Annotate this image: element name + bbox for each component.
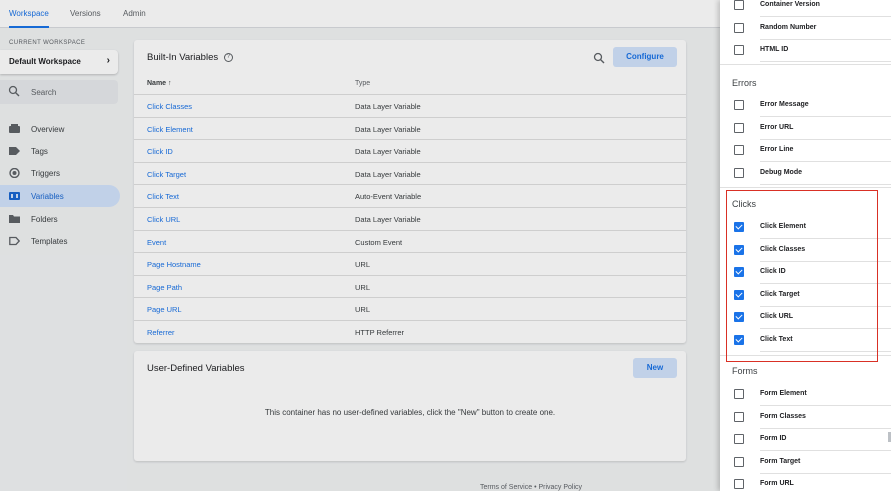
checkbox-unchecked[interactable]	[734, 434, 744, 445]
variable-option-form-target[interactable]: Form Target	[720, 452, 891, 474]
variable-option-form-id[interactable]: Form ID	[720, 429, 891, 452]
checkbox-unchecked[interactable]	[734, 100, 744, 110]
checkbox-unchecked[interactable]	[734, 479, 744, 490]
option-label: Form URL	[760, 480, 794, 488]
variable-option-form-element[interactable]: Form Element	[720, 384, 891, 406]
checkbox-unchecked[interactable]	[734, 22, 744, 33]
checkbox-unchecked[interactable]	[734, 122, 744, 133]
checkbox-unchecked[interactable]	[734, 145, 744, 156]
gtm-app: Workspace Versions Admin CURRENT WORKSPA…	[0, 0, 720, 491]
variable-option-error-message[interactable]: Error Message	[720, 95, 891, 117]
clicks-highlight-box	[726, 190, 878, 362]
option-label: Error URL	[760, 123, 794, 131]
checkbox-unchecked[interactable]	[734, 411, 744, 422]
divider	[760, 61, 891, 63]
option-label: HTML ID	[760, 46, 789, 54]
section-divider	[720, 187, 891, 188]
checkbox-unchecked[interactable]	[734, 167, 744, 178]
variable-option-error-url[interactable]: Error URL	[720, 118, 891, 140]
variable-option-form-url[interactable]: Form URL	[720, 474, 891, 491]
checkbox-unchecked[interactable]	[734, 45, 744, 56]
variable-option-error-line[interactable]: Error Line	[720, 140, 891, 163]
option-label: Debug Mode	[760, 168, 802, 176]
variable-option-debug-mode[interactable]: Debug Mode	[720, 163, 891, 185]
variable-option-form-classes[interactable]: Form Classes	[720, 407, 891, 429]
checkbox-unchecked[interactable]	[734, 389, 744, 399]
option-label: Error Line	[760, 146, 794, 154]
variable-option-html-id[interactable]: HTML ID	[720, 40, 891, 63]
divider	[760, 183, 891, 185]
option-label: Form ID	[760, 435, 787, 443]
option-label: Form Classes	[760, 412, 806, 420]
option-label: Random Number	[760, 23, 817, 31]
option-label: Form Element	[760, 390, 807, 397]
section-title-errors: Errors	[732, 78, 757, 88]
option-label: Error Message	[760, 101, 809, 108]
checkbox-unchecked[interactable]	[734, 0, 744, 10]
section-divider	[720, 64, 891, 65]
option-label: Container Version	[760, 1, 820, 8]
variable-option-container-version[interactable]: Container Version	[720, 0, 891, 17]
checkbox-unchecked[interactable]	[734, 456, 744, 467]
section-title-forms: Forms	[732, 366, 758, 376]
option-label: Form Target	[760, 457, 801, 465]
variable-option-random-number[interactable]: Random Number	[720, 18, 891, 40]
scrim-overlay[interactable]	[0, 0, 720, 491]
